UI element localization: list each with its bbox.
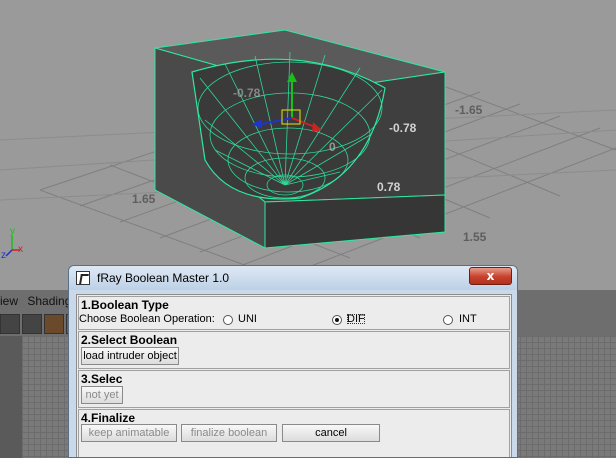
grid-label: 0.78 bbox=[377, 180, 401, 194]
grid-label: -1.65 bbox=[455, 103, 483, 117]
keep-animatable-button[interactable]: keep animatable bbox=[81, 424, 177, 442]
cancel-button[interactable]: cancel bbox=[282, 424, 380, 442]
app-icon bbox=[76, 271, 90, 285]
section-finalize: 4.Finalize keep animatable finalize bool… bbox=[78, 409, 510, 457]
axis-z-label: z bbox=[1, 250, 6, 261]
grid-label: 0 bbox=[329, 140, 336, 154]
dialog-content: 1.Boolean Type Choose Boolean Operation:… bbox=[76, 294, 512, 457]
viewport-scene bbox=[0, 29, 616, 279]
menu-shading[interactable]: Shading bbox=[27, 294, 71, 308]
radio-uni[interactable] bbox=[223, 315, 233, 325]
radio-int[interactable] bbox=[443, 315, 453, 325]
load-intruder-button[interactable]: load intruder object bbox=[81, 347, 179, 365]
channel-strip bbox=[0, 336, 22, 458]
menu-view[interactable]: iew bbox=[0, 294, 18, 308]
axis-y-label: y bbox=[10, 226, 15, 237]
box-object bbox=[154, 29, 446, 249]
axis-x-label: x bbox=[18, 244, 23, 255]
panel-menubar: iew Shading bbox=[0, 294, 77, 308]
section-title: 2.Select Boolean bbox=[81, 333, 178, 347]
finalize-boolean-button[interactable]: finalize boolean bbox=[181, 424, 277, 442]
section-select: 3.Selec not yet bbox=[78, 370, 510, 408]
camera-icon[interactable] bbox=[0, 314, 20, 334]
section-title: 4.Finalize bbox=[81, 411, 136, 425]
dialog-title: fRay Boolean Master 1.0 bbox=[97, 271, 230, 285]
section-boolean-type: 1.Boolean Type Choose Boolean Operation:… bbox=[78, 296, 510, 330]
grid-label: 1.55 bbox=[463, 230, 487, 244]
grid-label: -0.78 bbox=[233, 86, 261, 100]
dialog-titlebar[interactable]: fRay Boolean Master 1.0 x bbox=[69, 266, 517, 290]
grid-label: -0.78 bbox=[389, 121, 417, 135]
radio-uni-label[interactable]: UNI bbox=[238, 313, 257, 325]
operation-label: Choose Boolean Operation: bbox=[79, 313, 215, 325]
section-select-boolean: 2.Select Boolean load intruder object bbox=[78, 331, 510, 369]
not-yet-button[interactable]: not yet bbox=[81, 386, 123, 404]
section-title: 3.Selec bbox=[81, 372, 123, 386]
radio-dif-label[interactable]: DIF bbox=[345, 312, 367, 326]
film-camera-icon[interactable] bbox=[22, 314, 42, 334]
boolean-master-dialog: fRay Boolean Master 1.0 x 1.Boolean Type… bbox=[68, 265, 518, 458]
radio-dif[interactable] bbox=[332, 315, 342, 325]
texture-icon[interactable] bbox=[44, 314, 64, 334]
close-button[interactable]: x bbox=[469, 267, 512, 285]
radio-int-label[interactable]: INT bbox=[459, 313, 477, 325]
grid-label: 1.65 bbox=[132, 192, 156, 206]
maya-viewport[interactable]: 1.65 -1.65 -0.78 0.78 1.55 0 -0.78 y x z bbox=[0, 0, 616, 290]
section-title: 1.Boolean Type bbox=[81, 298, 169, 312]
